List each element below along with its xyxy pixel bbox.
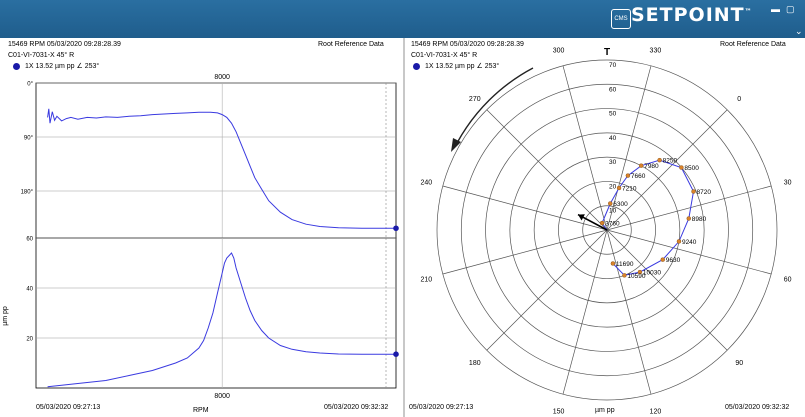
title-bar: CMS SETPOINT™ ▬ ▢ ⌄ [0, 0, 805, 38]
amplitude-tick-label: 70 [609, 62, 617, 69]
polar-data-point [679, 165, 684, 170]
amplitude-tick-label: 50 [609, 111, 617, 118]
polar-data-point [639, 163, 644, 168]
angle-label: 120 [650, 409, 662, 416]
angle-spoke [606, 229, 652, 395]
minimize-icon[interactable]: ▬ [771, 4, 780, 14]
chevron-down-icon[interactable]: ⌄ [795, 26, 803, 36]
polar-data-point [610, 261, 616, 266]
polar-data-point [660, 257, 665, 262]
polar-point-label: 10590 [627, 273, 645, 280]
x-tick-label: 8000 [214, 393, 230, 400]
angle-spoke [486, 109, 608, 231]
polar-point-label: 11690 [616, 261, 634, 268]
angle-spoke [442, 229, 608, 275]
polar-svg[interactable]: 1020304050607003060901201501802102402703… [405, 38, 805, 417]
polar-point-label: 8500 [684, 165, 699, 172]
x-tick-label: 8000 [214, 74, 230, 81]
plot-frame [35, 82, 397, 239]
polar-plot: 1020304050607003060901201501802102402703… [421, 47, 792, 416]
angle-spoke [562, 229, 608, 395]
polar-point-label: 7660 [631, 173, 646, 180]
series-line [47, 108, 396, 229]
polar-data-point [608, 201, 613, 206]
angle-label: 180 [469, 360, 481, 367]
amplitude-tick-label: 30 [609, 159, 617, 166]
polar-data-point [625, 173, 631, 178]
polar-data-point [622, 273, 627, 278]
angle-label: 0 [737, 96, 741, 103]
y-tick-label: 60 [26, 237, 33, 243]
polar-point-label: 6300 [613, 201, 628, 208]
polar-point-label: 9630 [666, 257, 681, 264]
polar-point-label: 8980 [692, 216, 707, 223]
angle-spoke [606, 109, 728, 231]
polar-point-label: 7980 [644, 163, 659, 170]
angle-label: 30 [784, 180, 792, 187]
angle-label: 240 [421, 180, 433, 187]
angle-label: 330 [650, 47, 662, 54]
polar-point-label: 7210 [622, 185, 637, 192]
angle-label: 90 [735, 360, 743, 367]
angle-spoke [442, 185, 608, 231]
logo-trademark: ™ [744, 7, 753, 16]
angle-label: 210 [421, 276, 433, 283]
y-tick-label: 90° [24, 136, 34, 142]
amplitude-tick-label: 60 [609, 86, 617, 93]
polar-data-point [657, 157, 662, 163]
polar-data-point [686, 216, 691, 221]
bode-panel: 15469 RPM 05/03/2020 09:28:28.39 Root Re… [0, 38, 403, 417]
top-marker-label: T [604, 47, 610, 58]
polar-point-label: 9240 [682, 239, 697, 246]
polar-data-point [599, 220, 605, 226]
polar-panel: 15469 RPM 05/03/2020 09:28:28.39 Root Re… [405, 38, 805, 417]
amplitude-tick-label: 20 [609, 183, 617, 190]
setpoint-logo: SETPOINT™ [631, 4, 753, 26]
bode-phase-plot: 8000 0° 90° 180° [21, 74, 399, 239]
angle-label: 300 [553, 47, 565, 54]
angle-label: 270 [469, 96, 481, 103]
bode-svg[interactable]: 8000 0° 90° 180° 60 40 20 8000 µm pp [0, 38, 403, 417]
y-tick-label: 180° [21, 190, 34, 196]
amp-ylabel: µm pp [2, 306, 9, 326]
polar-point-label: 8720 [697, 189, 712, 196]
polar-data-point [616, 185, 622, 191]
y-tick-label: 40 [26, 287, 33, 293]
angle-label: 150 [553, 409, 565, 416]
angle-label: 60 [784, 276, 792, 283]
cms-icon[interactable]: CMS [611, 9, 631, 29]
maximize-icon[interactable]: ▢ [786, 4, 795, 14]
angle-spoke [562, 65, 608, 231]
polar-point-label: 10030 [643, 270, 661, 277]
polar-point-label: 3760 [605, 221, 620, 228]
y-tick-label: 0° [27, 82, 33, 88]
logo-text: SETPOINT [631, 4, 745, 26]
polar-point-label: 8250 [663, 158, 678, 165]
amplitude-tick-label: 40 [609, 135, 617, 142]
current-value-marker [393, 225, 399, 232]
series-line [47, 252, 397, 388]
y-tick-label: 20 [26, 337, 33, 343]
bode-amplitude-plot: 60 40 20 8000 [26, 237, 399, 400]
polar-data-point [691, 189, 696, 194]
polar-data-point [676, 239, 682, 244]
current-value-marker [393, 351, 399, 358]
plot-frame [35, 237, 397, 389]
angle-spoke [486, 229, 608, 351]
angle-spoke [606, 185, 772, 231]
angle-spoke [606, 229, 728, 351]
